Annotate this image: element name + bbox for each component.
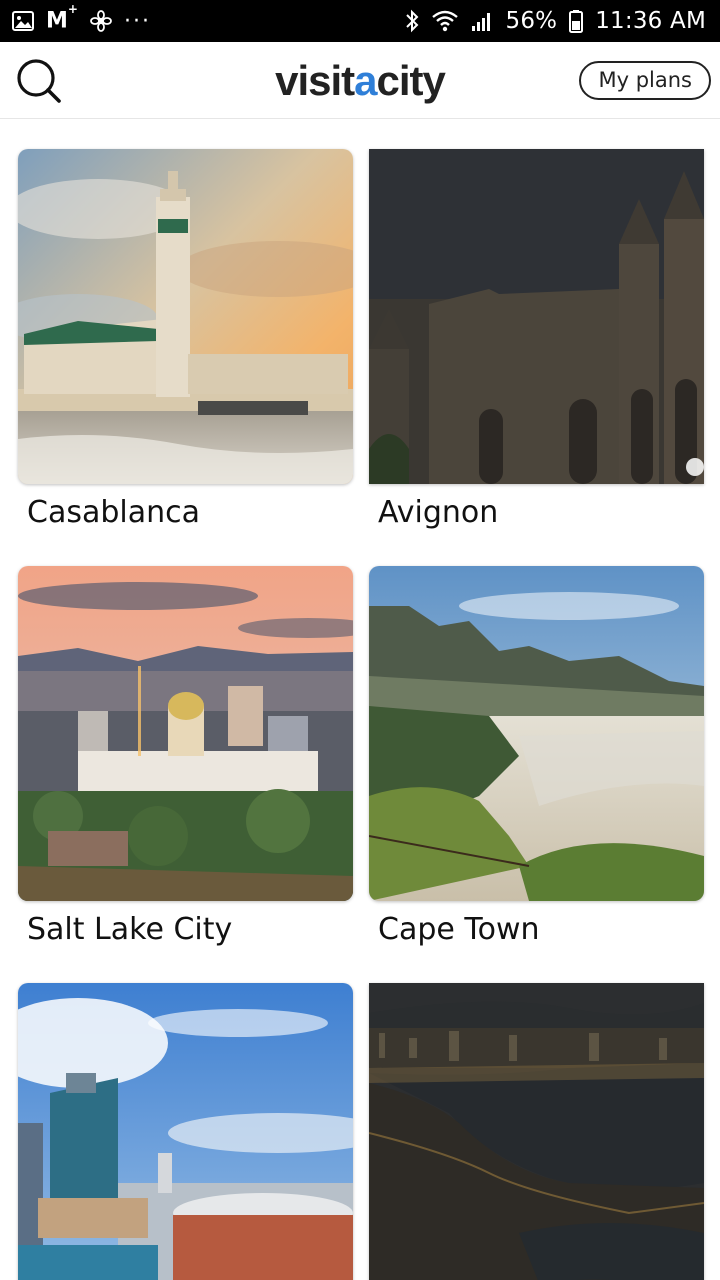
signal-icon [471,8,493,34]
logo-part-1: visit [275,57,355,104]
my-plans-button[interactable]: My plans [579,61,711,100]
logo-accent-letter: a [354,57,377,104]
battery-percent: 56% [505,8,558,34]
clock: 11:36 AM [595,8,706,34]
city-name: Cape Town [378,912,540,947]
status-left: M+ ··· [12,2,151,34]
wifi-icon [431,8,459,34]
fan-icon [90,8,112,34]
logo-part-2: city [376,57,446,104]
city-photo-5[interactable] [18,983,353,1280]
gmail-icon-letter: M [46,8,68,34]
gmail-icon: M+ [46,2,78,34]
city-photo-avignon[interactable] [369,149,704,484]
city-photo-cape-town[interactable] [369,566,704,901]
city-card-5[interactable] [18,983,353,1280]
app-header: visitacity My plans [0,42,720,119]
city-name: Salt Lake City [27,912,233,947]
city-photo-salt-lake-city[interactable] [18,566,353,901]
status-bar: M+ ··· 56% 11:36 AM [0,0,720,42]
city-card-avignon[interactable]: Avignon [369,149,704,533]
more-dots-icon: ··· [123,8,151,34]
battery-icon [569,8,584,34]
city-card-casablanca[interactable]: Casablanca [18,149,353,533]
status-right: 56% 11:36 AM [405,8,706,34]
city-grid: Casablanca Avignon Salt Lake City Cape T… [0,119,720,1280]
city-name: Casablanca [27,495,200,530]
city-photo-6[interactable] [369,983,704,1280]
city-name: Avignon [378,495,499,530]
city-card-6[interactable] [369,983,704,1280]
city-photo-casablanca[interactable] [18,149,353,484]
gallery-icon [12,8,34,34]
bluetooth-icon [405,8,419,34]
city-card-cape-town[interactable]: Cape Town [369,566,704,950]
city-card-salt-lake-city[interactable]: Salt Lake City [18,566,353,950]
